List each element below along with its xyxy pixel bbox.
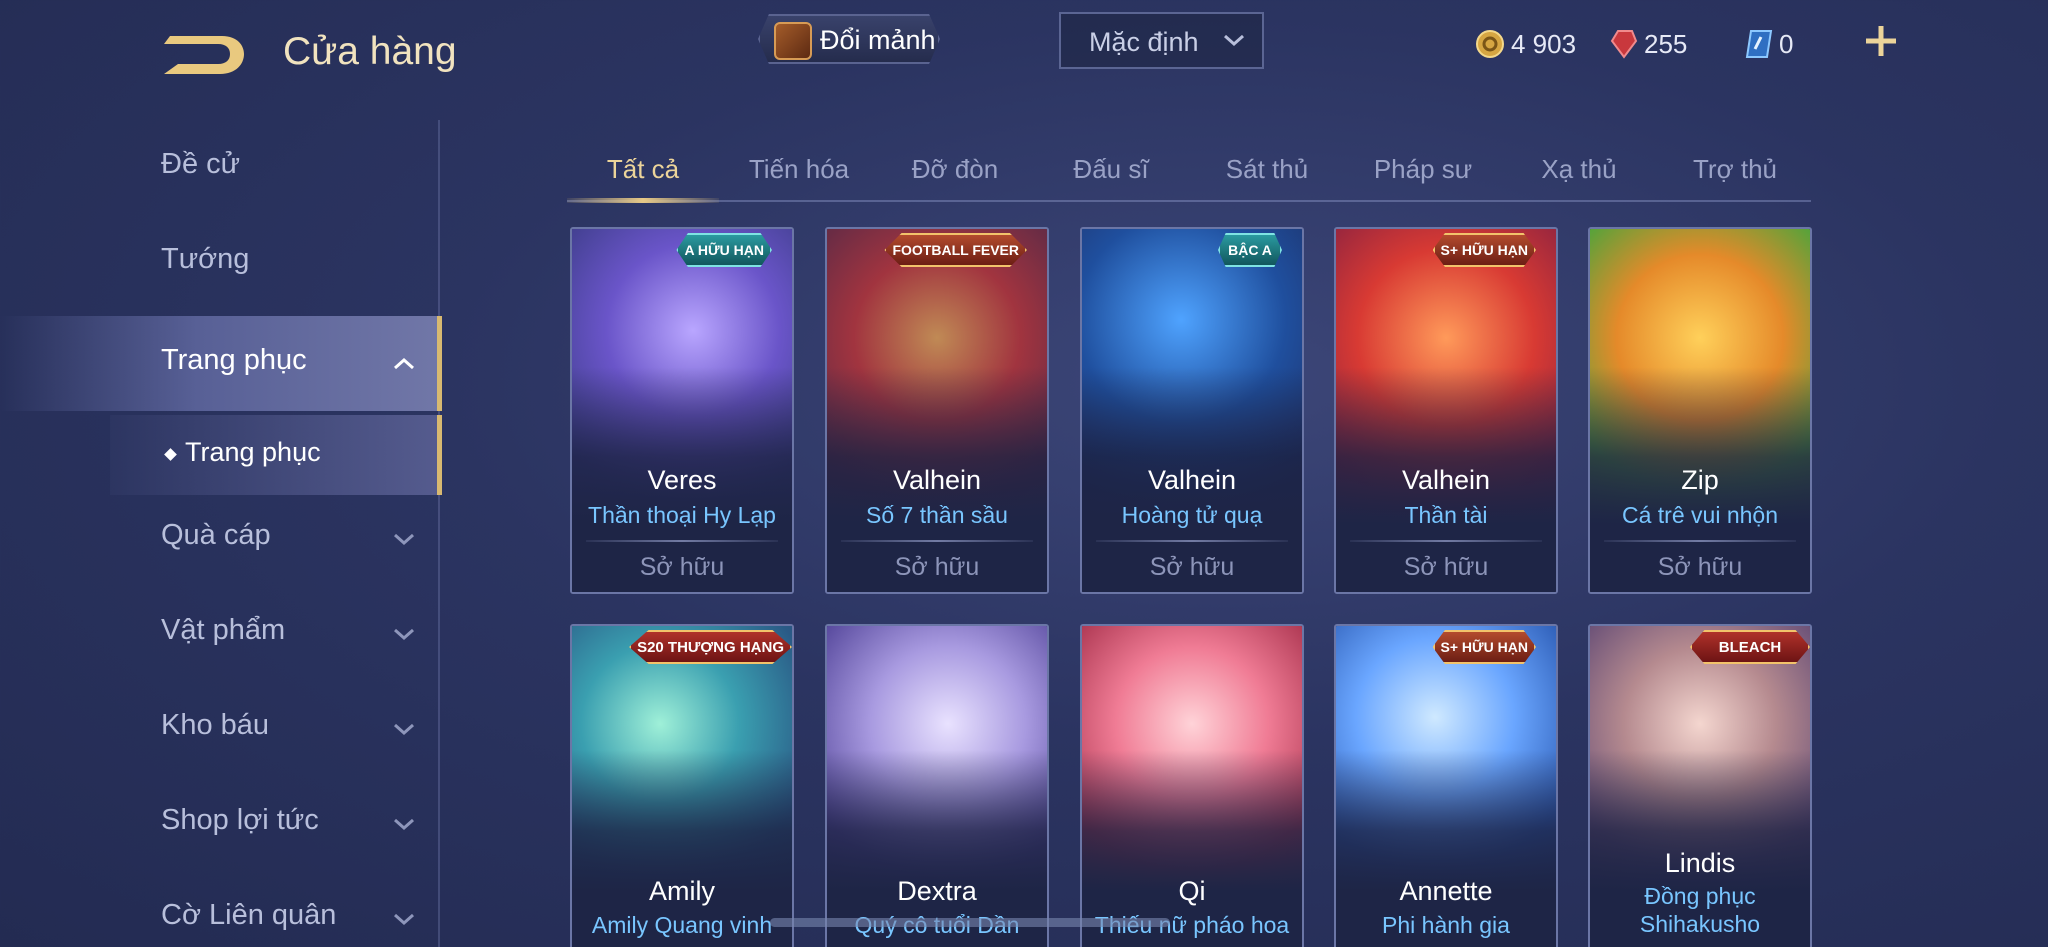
hero-name: Veres: [647, 465, 717, 495]
chevron-down-icon: [394, 723, 414, 736]
treasure-chest-icon: [774, 22, 812, 60]
tab-support[interactable]: Trợ thủ: [1659, 154, 1811, 185]
tier-badge: S+ HỮU HẠN: [1432, 630, 1536, 664]
active-tab-indicator: [567, 198, 719, 203]
skin-card[interactable]: FOOTBALL FEVER Valhein Số 7 thần sầu Sở …: [825, 227, 1049, 594]
skin-name: Hoàng tử quạ: [1121, 502, 1263, 528]
back-icon[interactable]: [160, 30, 246, 78]
skin-card[interactable]: BLEACH Lindis Đồng phục Shihakusho: [1588, 624, 1812, 947]
tab-all[interactable]: Tất cả: [567, 154, 719, 185]
skin-name: Cá trê vui nhộn: [1622, 502, 1778, 528]
sort-selected-value: Mặc định: [1089, 27, 1199, 57]
hero-name: Annette: [1399, 876, 1493, 906]
bullet-icon: [164, 448, 177, 461]
sidebar-subitem-skins[interactable]: Trang phục: [110, 415, 442, 495]
hero-name: Zip: [1681, 465, 1719, 495]
sidebar-item-label: Trang phục: [161, 344, 307, 376]
tab-tank[interactable]: Đỡ đòn: [879, 154, 1031, 185]
collab-badge: BLEACH: [1690, 630, 1810, 664]
sidebar-item-label: Shop lợi tức: [161, 804, 319, 836]
skin-name: Số 7 thần sầu: [866, 502, 1008, 528]
tier-badge: S+ HỮU HẠN: [1432, 233, 1536, 267]
skin-name: Thần thoại Hy Lạp: [588, 502, 776, 528]
skin-name: Amily Quang vinh: [591, 912, 773, 938]
skin-card[interactable]: A HỮU HẠN Veres Thần thoại Hy Lạp Sở hữu: [570, 227, 794, 594]
owned-status: Sở hữu: [1403, 553, 1489, 581]
sidebar-item-label: Kho báu: [161, 709, 270, 741]
skin-card[interactable]: S+ HỮU HẠN Annette Phi hành gia: [1334, 624, 1558, 947]
sidebar-item-label: Tướng: [161, 243, 250, 275]
chevron-up-icon: [394, 357, 414, 370]
skin-card[interactable]: Dextra Quý cô tuổi Dần: [825, 624, 1049, 947]
event-badge: FOOTBALL FEVER: [884, 233, 1027, 267]
tab-marksman[interactable]: Xạ thủ: [1503, 154, 1655, 185]
hero-name: Valhein: [892, 465, 982, 495]
tab-fighter[interactable]: Đấu sĩ: [1035, 154, 1187, 185]
sidebar-item-label: Vật phẩm: [161, 614, 286, 646]
skin-name: Đồng phục Shihakusho: [1590, 882, 1810, 938]
scroll-indicator[interactable]: [770, 918, 1170, 927]
gold-coin-icon: [1476, 30, 1504, 58]
owned-status: Sở hữu: [1657, 553, 1743, 581]
sidebar-item-items[interactable]: Vật phẩm: [0, 586, 442, 681]
gem-amount: 255: [1644, 28, 1688, 59]
season-badge: S20 THƯỢNG HẠNG: [629, 630, 792, 664]
sidebar-item-interest-shop[interactable]: Shop lợi tức: [0, 776, 442, 871]
sidebar-item-gifts[interactable]: Quà cáp: [0, 491, 442, 586]
chevron-down-icon: [1224, 34, 1244, 47]
sidebar-item-recommended[interactable]: Đề cử: [0, 120, 442, 215]
sidebar-item-label: Đề cử: [161, 148, 241, 180]
skin-card[interactable]: Qi Thiếu nữ pháo hoa: [1080, 624, 1304, 947]
chevron-down-icon: [394, 818, 414, 831]
tab-evolution[interactable]: Tiến hóa: [723, 154, 875, 185]
voucher-amount: 0: [1779, 28, 1794, 59]
sort-dropdown[interactable]: Mặc định: [1059, 12, 1264, 69]
page-title: Cửa hàng: [283, 30, 457, 73]
tabs-divider: [567, 200, 1811, 202]
hero-name: Dextra: [897, 876, 977, 906]
tab-mage[interactable]: Pháp sư: [1347, 154, 1499, 185]
hero-name: Lindis: [1664, 848, 1736, 878]
sidebar-item-label: Quà cáp: [161, 519, 271, 551]
owned-status: Sở hữu: [639, 553, 725, 581]
hero-name: Qi: [1178, 876, 1206, 906]
owned-status: Sở hữu: [1149, 553, 1235, 581]
sidebar: Đề cử Tướng Trang phục Trang phục Quà cá…: [0, 120, 442, 947]
hero-name: Amily: [649, 876, 715, 906]
skin-card[interactable]: S+ HỮU HẠN Valhein Thần tài Sở hữu: [1334, 227, 1558, 594]
sidebar-item-treasure[interactable]: Kho báu: [0, 681, 442, 776]
tier-badge: BẬC A: [1218, 233, 1282, 267]
tab-assassin[interactable]: Sát thủ: [1191, 154, 1343, 185]
tier-badge: A HỮU HẠN: [676, 233, 772, 267]
skin-card[interactable]: BẬC A Valhein Hoàng tử quạ Sở hữu: [1080, 227, 1304, 594]
hero-name: Valhein: [1401, 465, 1491, 495]
sidebar-item-skins[interactable]: Trang phục: [0, 316, 442, 411]
gold-amount: 4 903: [1511, 28, 1577, 59]
red-gem-icon: [1610, 30, 1638, 59]
skin-name: Thần tài: [1404, 502, 1488, 528]
sidebar-subitem-label: Trang phục: [185, 437, 321, 467]
exchange-fragments-label: Đổi mảnh: [820, 25, 936, 55]
owned-status: Sở hữu: [894, 553, 980, 581]
skin-name: Phi hành gia: [1382, 912, 1510, 938]
skin-name-line: Shihakusho: [1639, 911, 1761, 937]
hero-name: Valhein: [1147, 465, 1237, 495]
chevron-down-icon: [394, 533, 414, 546]
voucher-currency: 0: [1745, 26, 1793, 62]
voucher-icon: [1745, 30, 1773, 58]
sidebar-item-chess[interactable]: Cờ Liên quân: [0, 871, 442, 947]
sidebar-item-heroes[interactable]: Tướng: [0, 215, 442, 310]
chevron-down-icon: [394, 628, 414, 641]
sidebar-item-label: Cờ Liên quân: [161, 899, 337, 931]
chevron-down-icon: [394, 913, 414, 926]
exchange-fragments-button[interactable]: Đổi mảnh: [758, 14, 940, 64]
gem-currency: 255: [1610, 26, 1687, 62]
role-tabs: Tất cả Tiến hóa Đỡ đòn Đấu sĩ Sát thủ Ph…: [567, 150, 1811, 204]
gold-currency: 4 903: [1475, 26, 1576, 62]
skin-name-line: Đồng phục: [1644, 883, 1756, 909]
add-currency-button[interactable]: [1862, 22, 1900, 60]
skin-card[interactable]: S20 THƯỢNG HẠNG Amily Amily Quang vinh: [570, 624, 794, 947]
skin-card[interactable]: Zip Cá trê vui nhộn Sở hữu: [1588, 227, 1812, 594]
